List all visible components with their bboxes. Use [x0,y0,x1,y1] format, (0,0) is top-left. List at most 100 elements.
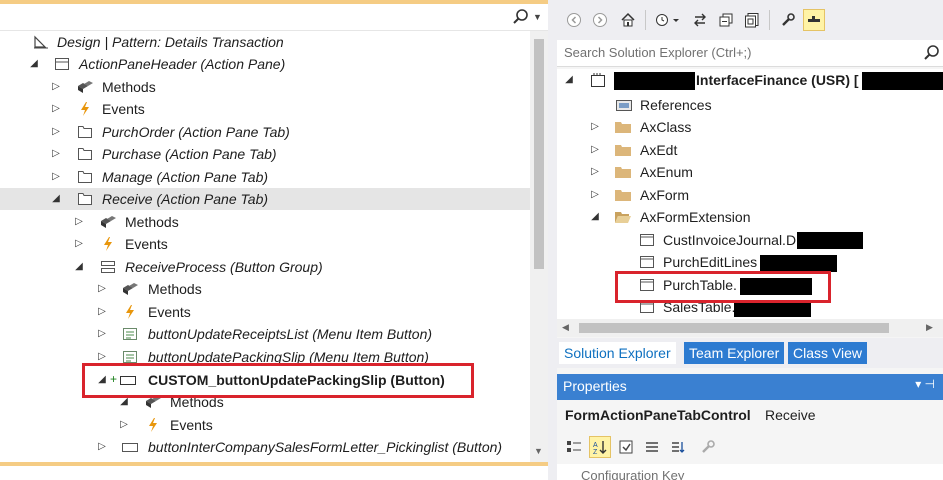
tree-row-receiveprocess[interactable]: ◢ ReceiveProcess (Button Group) [0,256,530,278]
tree-row-events[interactable]: ▷ Events [0,98,530,120]
preview-selected-icon[interactable] [803,9,825,31]
tree-label: PurchOrder (Action Pane Tab) [102,124,290,140]
window-controls[interactable]: ▾ ⊣ [915,377,935,391]
expand-arrow-icon[interactable]: ▷ [589,143,601,157]
tab-class-view[interactable]: Class View [788,342,867,364]
tree-row-design[interactable]: Design | Pattern: Details Transaction [0,31,530,53]
tree-row-button[interactable]: ▷ buttonInterCompanySalesFormLetter_Pick… [0,436,530,458]
collapse-arrow-icon[interactable]: ◢ [563,73,575,87]
tree-row-purchorder[interactable]: ▷ PurchOrder (Action Pane Tab) [0,121,530,143]
tree-row-folder[interactable]: ▷ AxEdt [557,139,943,161]
tree-row-methods[interactable]: ▷ Methods [0,211,530,233]
scrollbar-thumb[interactable] [579,323,889,333]
expand-arrow-icon[interactable]: ▷ [50,170,62,184]
tree-row-events[interactable]: ▷ Events [0,233,530,255]
button-icon [121,439,139,455]
expand-arrow-icon[interactable]: ▷ [118,418,130,432]
tree-row-actionpaneheader[interactable]: ◢ ActionPaneHeader (Action Pane) [0,53,530,75]
expand-arrow-icon[interactable]: ▷ [50,147,62,161]
pane-divider[interactable] [548,0,557,480]
property-pages-icon[interactable] [615,436,637,458]
tree-row-file[interactable]: CustInvoiceJournal.D [557,229,943,251]
expand-arrow-icon[interactable]: ▷ [96,350,108,364]
tree-row-menu-item-button[interactable]: ▷ buttonUpdateReceiptsList (Menu Item Bu… [0,323,530,345]
properties-object-selector[interactable]: FormActionPaneTabControl Receive [557,400,943,430]
tree-row-custom-button[interactable]: ◢ + CUSTOM_buttonUpdatePackingSlip (Butt… [0,369,530,391]
tree-row-manage[interactable]: ▷ Manage (Action Pane Tab) [0,166,530,188]
tree-row-folder-open[interactable]: ◢ AxFormExtension [557,206,943,228]
categorized-icon[interactable] [563,436,585,458]
tab-solution-explorer[interactable]: Solution Explorer [559,342,676,364]
collapse-arrow-icon[interactable]: ◢ [118,395,130,409]
expand-arrow-icon[interactable]: ▷ [96,327,108,341]
tree-label: Methods [148,281,202,297]
tree-label: AxEdt [640,142,678,158]
chevron-down-icon[interactable]: ▼ [533,12,542,22]
tree-row-file[interactable]: PurchEditLines [557,251,943,273]
forward-icon[interactable] [589,9,611,31]
tree-row-folder[interactable]: ▷ AxEnum [557,161,943,183]
solution-explorer-search[interactable]: Search Solution Explorer (Ctrl+;) [557,40,943,67]
tree-row-file[interactable]: PurchTable. [557,274,943,296]
tree-row-folder[interactable]: ▷ AxClass [557,116,943,138]
tree-row-file[interactable]: SalesTable. [557,296,943,318]
object-type: FormActionPaneTabControl [565,407,751,423]
search-icon[interactable] [512,8,530,26]
collapse-arrow-icon[interactable]: ◢ [28,57,40,71]
expand-arrow-icon[interactable]: ▷ [96,282,108,296]
alphabetical-icon[interactable]: AZ [589,436,611,458]
show-all-files-icon[interactable] [741,9,763,31]
history-dropdown-icon[interactable] [653,9,685,31]
collapse-arrow-icon[interactable]: ◢ [73,260,85,274]
tree-row-events[interactable]: ▷ Events [0,414,530,436]
expand-arrow-icon[interactable]: ▷ [589,120,601,134]
tree-row-receive[interactable]: ◢ Receive (Action Pane Tab) [0,188,530,210]
collapse-arrow-icon[interactable]: ◢ [50,192,62,206]
scrollbar-thumb[interactable] [534,39,544,269]
expand-arrow-icon[interactable]: ▷ [50,125,62,139]
back-icon[interactable] [563,9,585,31]
expand-arrow-icon[interactable]: ▷ [96,305,108,319]
tree-row-methods[interactable]: ▷ Methods [0,278,530,300]
tree-row-folder[interactable]: ▷ AxForm [557,184,943,206]
properties-wrench-icon[interactable] [777,9,799,31]
properties-header: Properties ▾ ⊣ [557,374,943,400]
home-icon[interactable] [617,9,639,31]
horizontal-scrollbar[interactable]: ◀ ▶ [557,319,943,337]
search-icon[interactable] [923,44,941,62]
redacted-block [614,72,695,90]
search-input[interactable]: Search Solution Explorer (Ctrl+;) [564,45,752,60]
collapse-arrow-icon[interactable]: ◢ [589,210,601,224]
expand-arrow-icon[interactable]: ▷ [50,80,62,94]
scroll-left-icon[interactable]: ◀ [562,322,569,333]
tree-row-purchase[interactable]: ▷ Purchase (Action Pane Tab) [0,143,530,165]
events-list-icon[interactable] [641,436,663,458]
sync-icon[interactable] [689,9,711,31]
tree-label: Events [170,417,213,433]
tree-row-methods[interactable]: ▷ Methods [0,76,530,98]
tree-row-project[interactable]: ◢ InterfaceFinance (USR) [ [557,69,943,91]
added-plus-icon: + [110,372,118,386]
sort-icon[interactable] [667,436,689,458]
tree-row-menu-item-button[interactable]: ▷ buttonUpdatePackingSlip (Menu Item But… [0,346,530,368]
expand-arrow-icon[interactable]: ▷ [589,165,601,179]
tree-row-methods[interactable]: ◢ Methods [0,391,530,413]
expand-arrow-icon[interactable]: ▷ [73,237,85,251]
expand-arrow-icon[interactable]: ▷ [96,440,108,454]
open-folder-icon [614,209,632,225]
expand-arrow-icon[interactable]: ▷ [73,215,85,229]
property-name[interactable]: Configuration Key [581,468,684,480]
scroll-right-icon[interactable]: ▶ [926,322,933,333]
collapse-all-icon[interactable] [715,9,737,31]
object-name: Receive [765,407,816,423]
expand-arrow-icon[interactable]: ▷ [589,188,601,202]
toolbar-separator [769,10,770,30]
collapse-arrow-icon[interactable]: ◢ [96,373,108,387]
vertical-scrollbar[interactable]: ▼ [530,31,548,466]
expand-arrow-icon[interactable]: ▷ [50,102,62,116]
wrench-icon[interactable] [697,436,719,458]
tab-team-explorer[interactable]: Team Explorer [684,342,785,364]
tree-row-events[interactable]: ▷ Events [0,301,530,323]
tree-row-references[interactable]: References [557,94,943,116]
scroll-down-icon[interactable]: ▼ [534,446,543,456]
